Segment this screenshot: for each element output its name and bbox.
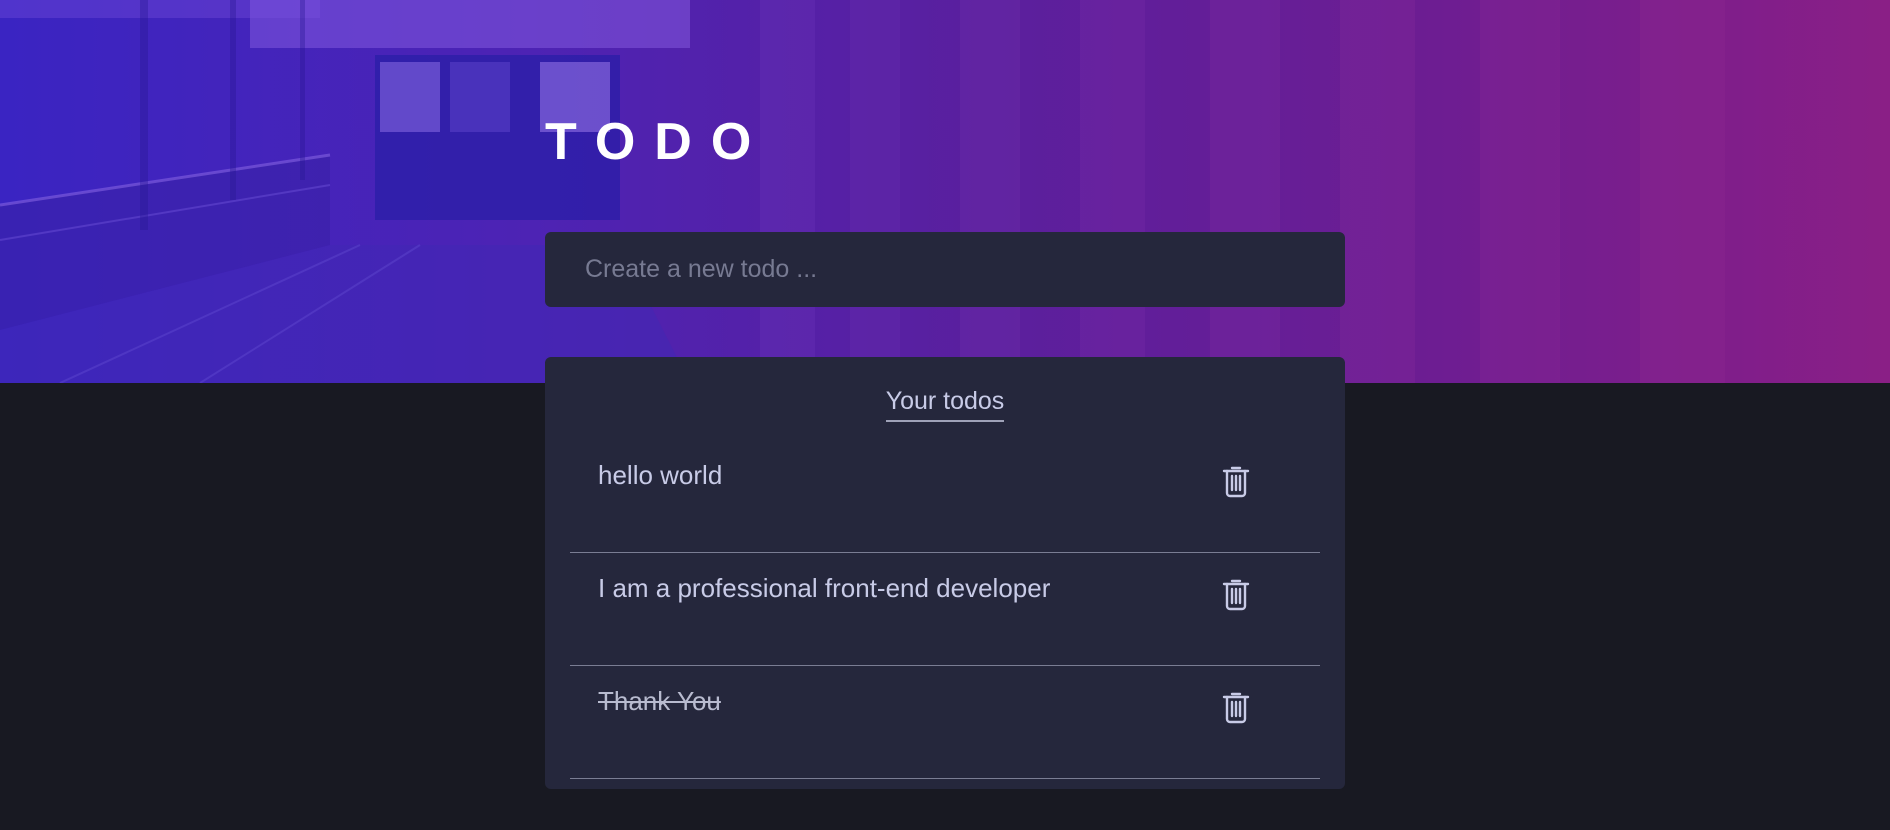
delete-todo-button[interactable] bbox=[1221, 577, 1251, 611]
delete-todo-button[interactable] bbox=[1221, 690, 1251, 724]
delete-todo-button[interactable] bbox=[1221, 464, 1251, 498]
new-todo-container bbox=[545, 232, 1345, 307]
todo-list-heading-label: Your todos bbox=[885, 387, 1005, 422]
todo-item: I am a professional front-end developer bbox=[570, 553, 1320, 666]
trash-icon bbox=[1221, 577, 1251, 611]
hero-banner bbox=[0, 0, 1890, 383]
todo-item: Thank You bbox=[570, 666, 1320, 779]
todo-list: hello world I am a professional front-en… bbox=[570, 440, 1320, 779]
new-todo-input[interactable] bbox=[583, 254, 1307, 285]
todo-item-text[interactable]: I am a professional front-end developer bbox=[598, 573, 1050, 604]
app-title: TODO bbox=[545, 113, 771, 171]
todo-item-text[interactable]: Thank You bbox=[598, 686, 721, 717]
hero-background-image bbox=[0, 0, 1890, 383]
trash-icon bbox=[1221, 464, 1251, 498]
todo-item-text[interactable]: hello world bbox=[598, 460, 722, 491]
todo-list-heading: Your todos bbox=[545, 387, 1345, 422]
trash-icon bbox=[1221, 690, 1251, 724]
todo-list-card: Your todos hello world I am a profession… bbox=[545, 357, 1345, 789]
todo-item: hello world bbox=[570, 440, 1320, 553]
